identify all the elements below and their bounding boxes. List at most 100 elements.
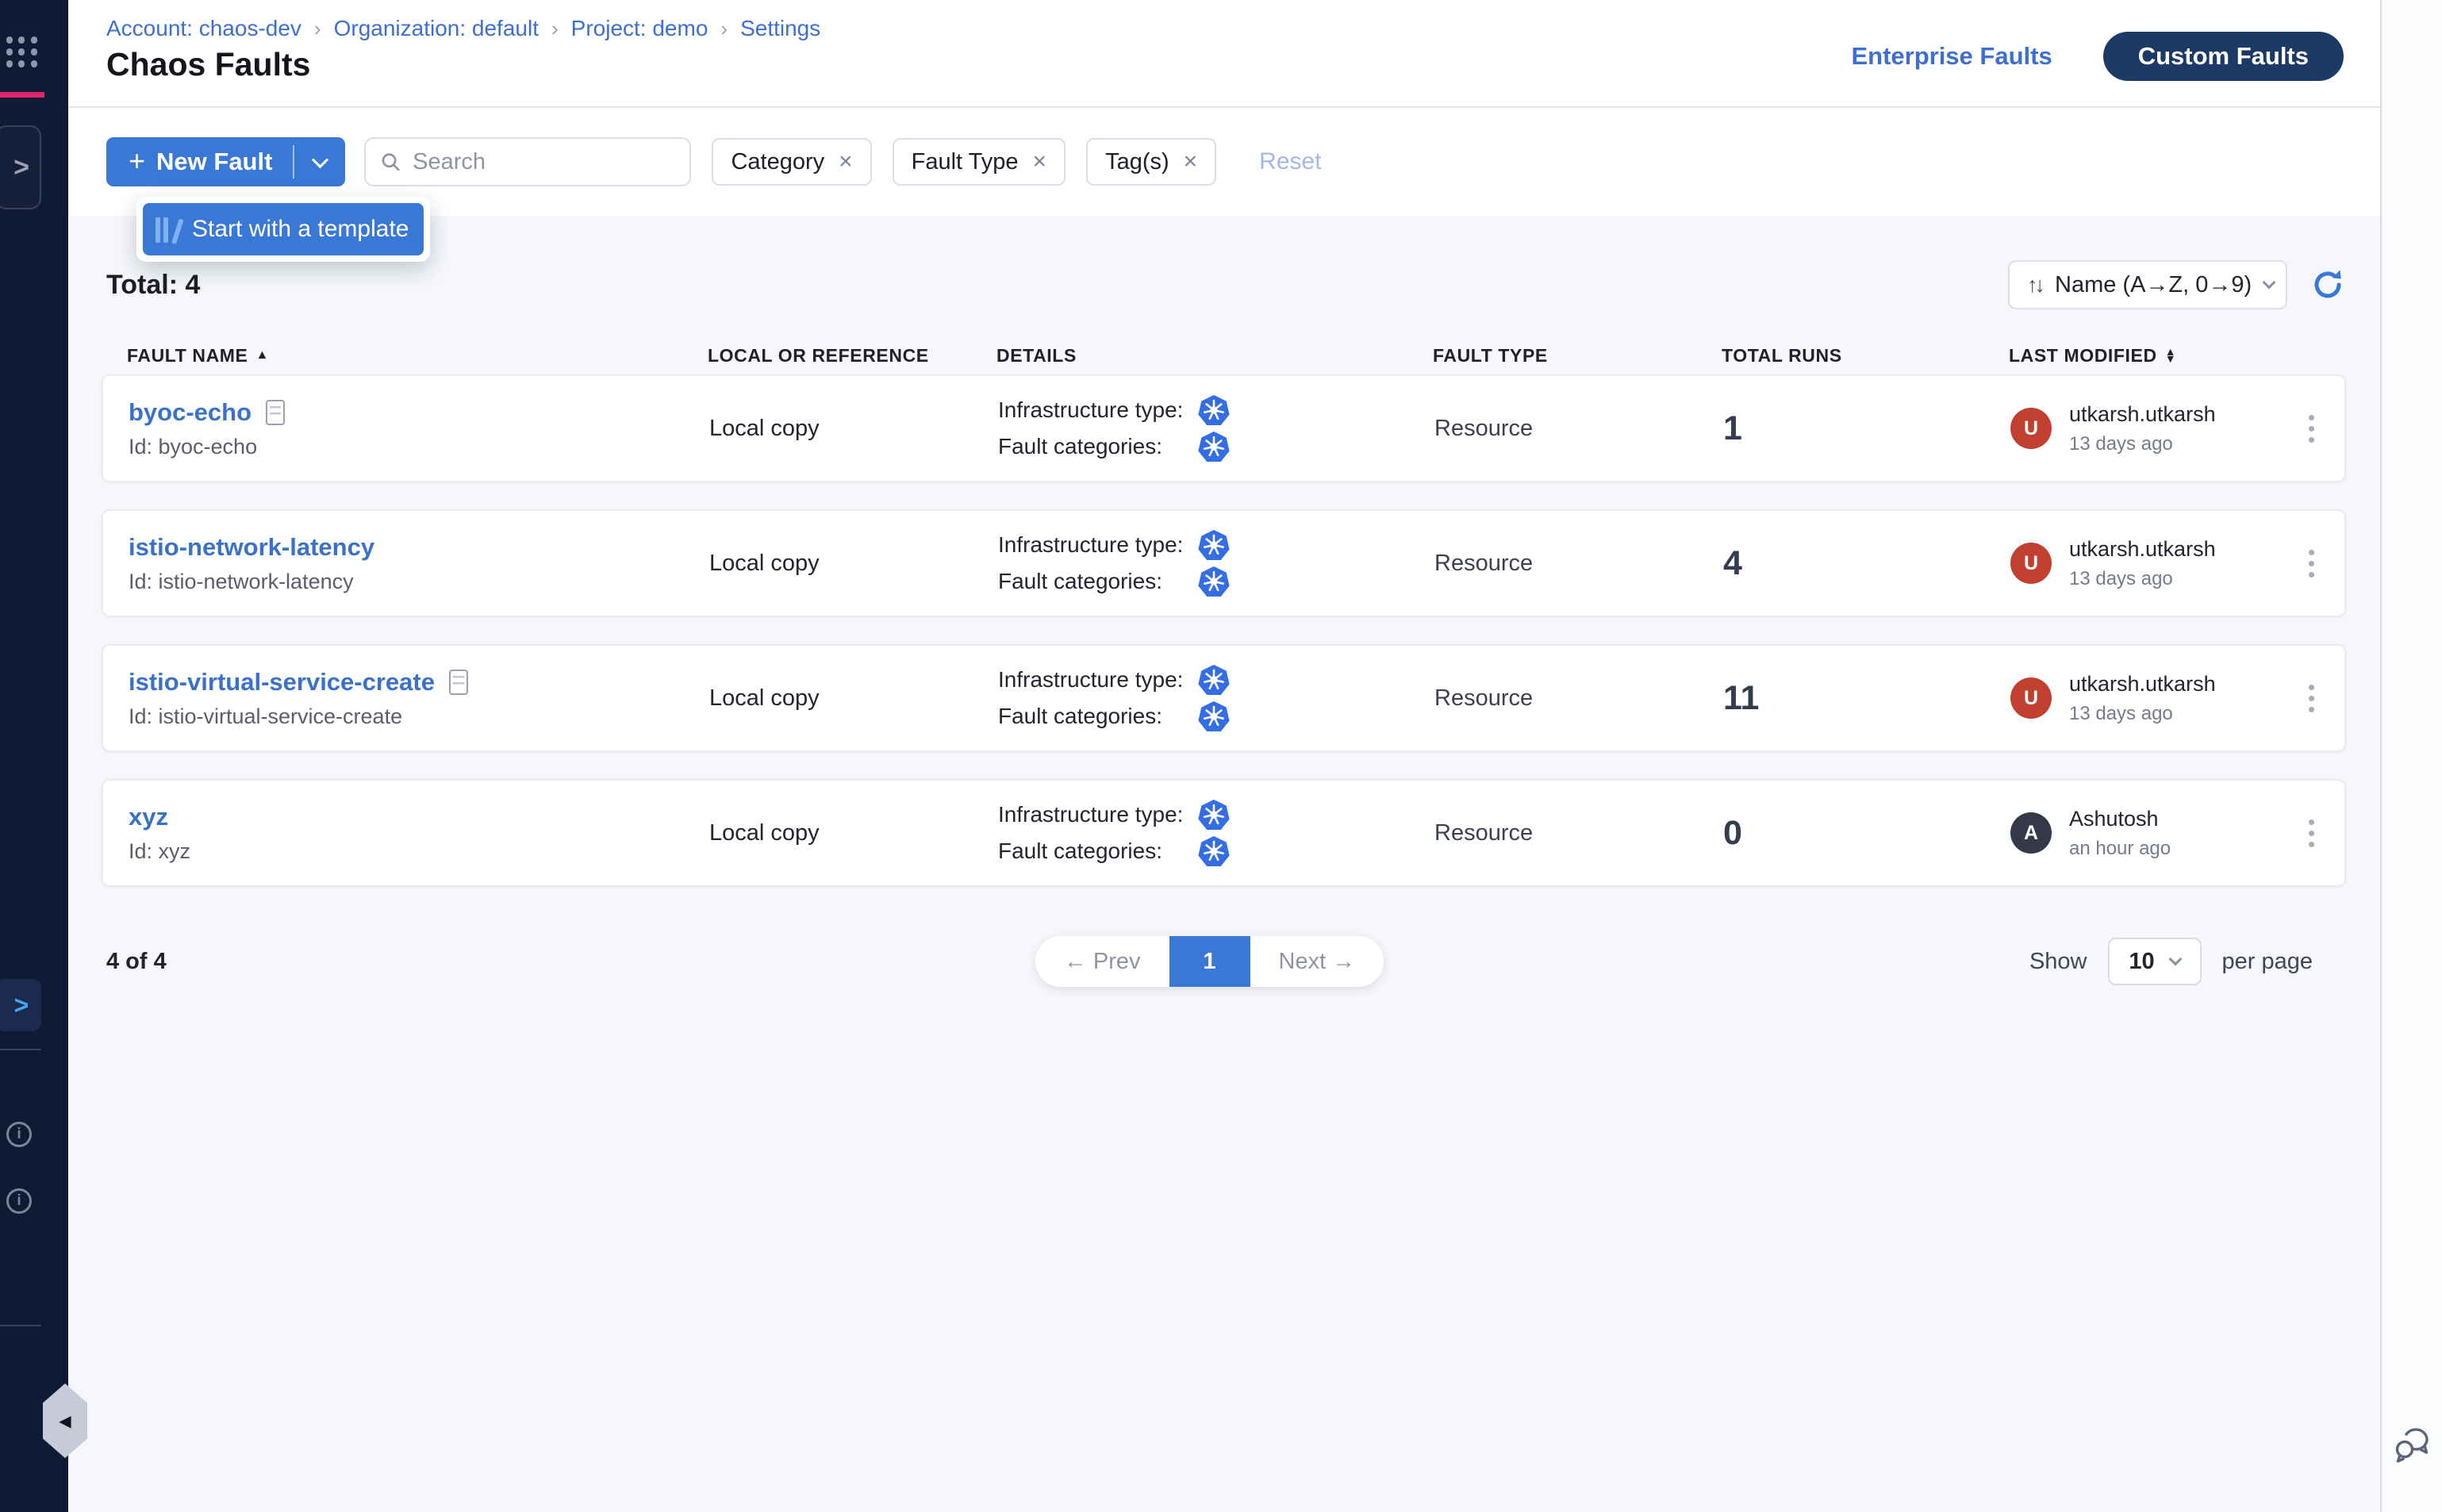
show-label: Show bbox=[2029, 949, 2087, 975]
modified-by-user: utkarsh.utkarsh bbox=[2069, 537, 2216, 562]
row-menu-icon[interactable] bbox=[2301, 812, 2322, 855]
sort-select[interactable]: ↑↓ Name (A→Z, 0→9) bbox=[2008, 260, 2287, 309]
sidebar-accent-bar bbox=[0, 92, 44, 98]
chat-support-icon[interactable] bbox=[2393, 1423, 2432, 1468]
modified-by-user: utkarsh.utkarsh bbox=[2069, 672, 2216, 697]
total-runs: 11 bbox=[1723, 679, 2010, 718]
column-label: FAULT NAME bbox=[127, 345, 248, 366]
breadcrumb-separator: › bbox=[720, 17, 728, 41]
column-fault-name[interactable]: FAULT NAME ▲ bbox=[127, 345, 708, 366]
prev-page-button[interactable]: ← Prev bbox=[1035, 936, 1169, 987]
filter-chip-label: Category bbox=[731, 149, 824, 175]
total-runs: 0 bbox=[1723, 814, 2010, 853]
page-title: Chaos Faults bbox=[106, 46, 310, 83]
column-last-modified[interactable]: LAST MODIFIED ▲▼ bbox=[2009, 345, 2277, 366]
search-input[interactable] bbox=[413, 149, 675, 175]
breadcrumb-separator: › bbox=[314, 17, 321, 41]
info-icon[interactable]: i bbox=[6, 1188, 32, 1214]
breadcrumb-organization[interactable]: Organization: default bbox=[334, 16, 539, 41]
kubernetes-icon bbox=[1198, 529, 1230, 561]
content-area: Total: 4 ↑↓ Name (A→Z, 0→9) FAULT bbox=[68, 216, 2380, 1512]
per-page-label: per page bbox=[2222, 949, 2313, 975]
page-size-select[interactable]: 10 bbox=[2108, 938, 2202, 985]
breadcrumb-account[interactable]: Account: chaos-dev bbox=[106, 16, 301, 41]
sidebar-expand-panel[interactable]: > bbox=[0, 125, 41, 209]
fault-id: Id: istio-network-latency bbox=[129, 570, 709, 594]
avatar: U bbox=[2010, 408, 2052, 449]
new-fault-button[interactable]: + New Fault bbox=[106, 137, 293, 186]
copy-id-icon[interactable] bbox=[266, 400, 285, 425]
fault-name-link[interactable]: byoc-echo bbox=[129, 398, 251, 427]
filter-chip-label: Tag(s) bbox=[1105, 149, 1169, 175]
kubernetes-icon bbox=[1198, 700, 1230, 732]
pagination-row: 4 of 4 ← Prev 1 Next → Show 10 per page bbox=[102, 936, 2346, 987]
refresh-icon[interactable] bbox=[2310, 267, 2346, 303]
fault-type: Resource bbox=[1434, 416, 1723, 442]
avatar: A bbox=[2010, 812, 2052, 854]
sidebar-expand-button[interactable]: > bbox=[0, 979, 41, 1031]
next-page-button[interactable]: Next → bbox=[1250, 936, 1384, 987]
fault-categories-label: Fault categories: bbox=[998, 704, 1198, 729]
remove-filter-icon[interactable]: × bbox=[1184, 150, 1198, 174]
modified-time: 13 days ago bbox=[2069, 568, 2216, 590]
chevron-right-icon: > bbox=[14, 991, 29, 1020]
remove-filter-icon[interactable]: × bbox=[839, 150, 853, 174]
column-local-or-reference: LOCAL OR REFERENCE bbox=[708, 345, 996, 366]
breadcrumb-separator: › bbox=[551, 17, 559, 41]
module-grid-icon[interactable] bbox=[6, 36, 38, 68]
filter-chip-tags[interactable]: Tag(s) × bbox=[1086, 138, 1216, 186]
row-menu-icon[interactable] bbox=[2301, 542, 2322, 585]
main-area: Account: chaos-dev › Organization: defau… bbox=[68, 0, 2380, 1512]
info-icon[interactable]: i bbox=[6, 1122, 32, 1147]
reset-filters-link[interactable]: Reset bbox=[1259, 148, 1321, 175]
fault-id: Id: xyz bbox=[129, 839, 709, 864]
summary-row: Total: 4 ↑↓ Name (A→Z, 0→9) bbox=[102, 260, 2346, 309]
row-menu-icon[interactable] bbox=[2301, 677, 2322, 720]
modified-by-user: utkarsh.utkarsh bbox=[2069, 402, 2216, 427]
breadcrumb-settings[interactable]: Settings bbox=[740, 16, 820, 41]
new-fault-split-button: + New Fault bbox=[106, 137, 345, 186]
pagination-pill: ← Prev 1 Next → bbox=[1035, 936, 1384, 987]
remove-filter-icon[interactable]: × bbox=[1033, 150, 1047, 174]
filter-chip-fault-type[interactable]: Fault Type × bbox=[893, 138, 1065, 186]
kubernetes-icon bbox=[1198, 431, 1230, 462]
column-label: LAST MODIFIED bbox=[2009, 345, 2157, 366]
column-total-runs: TOTAL RUNS bbox=[1722, 345, 2009, 366]
sidebar-divider bbox=[0, 1049, 41, 1050]
current-page-button[interactable]: 1 bbox=[1169, 936, 1250, 987]
start-with-template-item[interactable]: Start with a template bbox=[143, 203, 424, 255]
page-size-value: 10 bbox=[2129, 949, 2154, 975]
fault-name-link[interactable]: istio-network-latency bbox=[129, 533, 374, 562]
fault-name-link[interactable]: istio-virtual-service-create bbox=[129, 668, 435, 697]
local-or-reference: Local copy bbox=[709, 685, 998, 712]
left-sidebar: > > i i bbox=[0, 0, 68, 1512]
filter-chip-category[interactable]: Category × bbox=[712, 138, 871, 186]
fault-name-link[interactable]: xyz bbox=[129, 803, 168, 831]
fault-categories-label: Fault categories: bbox=[998, 569, 1198, 594]
page-header: Account: chaos-dev › Organization: defau… bbox=[68, 0, 2380, 108]
column-label: DETAILS bbox=[996, 345, 1077, 366]
fault-row[interactable]: byoc-echo Id: byoc-echo Local copy Infra… bbox=[102, 374, 2346, 482]
kubernetes-icon bbox=[1198, 566, 1230, 597]
modified-time: 13 days ago bbox=[2069, 433, 2216, 455]
new-fault-dropdown-button[interactable] bbox=[294, 137, 345, 186]
fault-id: Id: byoc-echo bbox=[129, 435, 709, 459]
breadcrumb-project[interactable]: Project: demo bbox=[571, 16, 708, 41]
local-or-reference: Local copy bbox=[709, 551, 998, 577]
custom-faults-button[interactable]: Custom Faults bbox=[2103, 32, 2344, 81]
copy-id-icon[interactable] bbox=[449, 670, 468, 695]
fault-row[interactable]: istio-network-latency Id: istio-network-… bbox=[102, 509, 2346, 617]
avatar: U bbox=[2010, 543, 2052, 584]
sidebar-divider bbox=[0, 1325, 41, 1326]
infrastructure-type-label: Infrastructure type: bbox=[998, 802, 1198, 827]
new-fault-label: New Fault bbox=[156, 148, 272, 176]
triangle-left-icon: ◀ bbox=[59, 1411, 71, 1431]
template-item-label: Start with a template bbox=[192, 216, 409, 243]
enterprise-faults-link[interactable]: Enterprise Faults bbox=[1851, 42, 2052, 71]
fault-row[interactable]: xyz Id: xyz Local copy Infrastructure ty… bbox=[102, 779, 2346, 887]
fault-row[interactable]: istio-virtual-service-create Id: istio-v… bbox=[102, 644, 2346, 752]
sort-value: Name (A→Z, 0→9) bbox=[2055, 272, 2252, 298]
modified-time: an hour ago bbox=[2069, 838, 2171, 860]
row-menu-icon[interactable] bbox=[2301, 407, 2322, 451]
sort-both-icon: ▲▼ bbox=[2165, 348, 2176, 362]
